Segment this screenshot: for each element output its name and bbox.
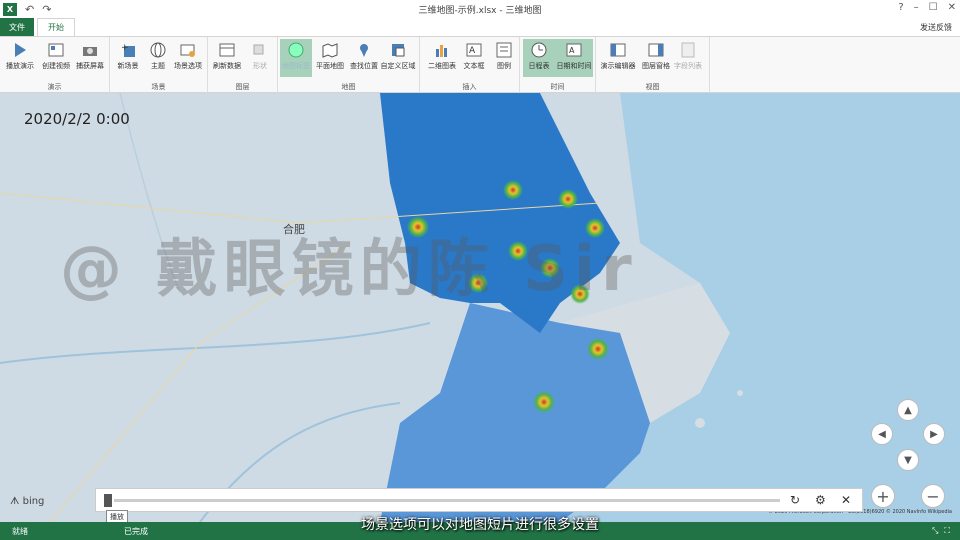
chevron-right-icon: ▶: [930, 428, 938, 440]
flat-map-button[interactable]: 平面地图: [314, 39, 346, 77]
timeline-player: ↻ ⚙ ✕: [95, 488, 863, 512]
location-pin-icon: [356, 41, 373, 58]
timeline-track[interactable]: [114, 499, 780, 502]
layer-pane-button[interactable]: 图层窗格: [640, 39, 672, 77]
timeline-button[interactable]: 日程表: [523, 39, 555, 77]
shapes-icon: [252, 41, 269, 58]
play-button[interactable]: [104, 494, 112, 507]
camera-icon: [82, 41, 99, 58]
group-label: 演示: [47, 83, 62, 91]
tilt-up-button[interactable]: ▲: [897, 399, 919, 421]
play-icon: [12, 41, 29, 58]
redo-icon[interactable]: ↷: [42, 3, 51, 16]
refresh-data-icon: [219, 41, 236, 58]
theme-button[interactable]: 主题: [142, 39, 174, 77]
undo-icon[interactable]: ↶: [25, 3, 34, 16]
group-label: 场景: [151, 83, 166, 91]
ribbon: 播放演示 创建视频 捕获屏幕 演示 + 新场景 主题 场景选项 场景 刷新数据 …: [0, 36, 960, 93]
group-scene: + 新场景 主题 场景选项 场景: [110, 37, 208, 93]
group-label: 图层: [235, 83, 250, 91]
group-layer: 刷新数据 形状 图层: [208, 37, 278, 93]
zoom-in-button[interactable]: +: [871, 484, 895, 508]
watermark: @ 戴眼镜的陈 Sir: [60, 232, 638, 305]
date-time-button[interactable]: A 日期和时间: [555, 39, 593, 77]
find-location-button[interactable]: 查找位置: [348, 39, 380, 77]
custom-regions-icon: [390, 41, 407, 58]
custom-regions-button[interactable]: 自定义区域: [381, 39, 416, 77]
bing-icon: ᗑ: [10, 496, 23, 507]
chevron-left-icon: ◀: [878, 428, 886, 440]
scene-options-icon: [180, 41, 197, 58]
group-insert: 二维图表 A 文本框 图例 插入: [420, 37, 520, 93]
group-map: 地图标签 平面地图 查找位置 自定义区域 地图: [278, 37, 420, 93]
flat-map-icon: [322, 41, 339, 58]
title-bar: X ↶ ↷ 三维地图-示例.xlsx - 三维地图 ? – ☐ ✕: [0, 0, 960, 18]
tab-file[interactable]: 文件: [0, 18, 34, 36]
date-time-icon: A: [566, 41, 583, 58]
group-label: 时间: [550, 83, 565, 91]
group-label: 视图: [645, 83, 660, 91]
gear-icon[interactable]: ⚙: [815, 493, 826, 507]
minimize-button[interactable]: –: [914, 2, 919, 13]
group-label: 地图: [341, 83, 356, 91]
bing-logo: ᗑ bing: [10, 496, 45, 507]
text-box-icon: A: [466, 41, 483, 58]
video-icon: [48, 41, 65, 58]
rotate-right-button[interactable]: ▶: [923, 423, 945, 445]
field-list-icon: [680, 41, 697, 58]
svg-text:A: A: [569, 46, 575, 55]
legend-button[interactable]: 图例: [488, 39, 520, 77]
create-video-button[interactable]: 创建视频: [40, 39, 72, 77]
maximize-button[interactable]: ☐: [929, 2, 938, 13]
legend-icon: [496, 41, 513, 58]
bar-chart-icon: [434, 41, 451, 58]
field-list-button[interactable]: 字段列表: [672, 39, 704, 77]
chevron-down-icon: ▼: [904, 454, 912, 466]
map-labels-button[interactable]: 地图标签: [280, 39, 312, 77]
ribbon-tabs: 文件 开始 发送反馈: [0, 18, 960, 36]
timestamp-label: 2020/2/2 0:00: [24, 110, 130, 128]
tab-home[interactable]: 开始: [37, 18, 75, 36]
tour-editor-button[interactable]: 演示编辑器: [601, 39, 636, 77]
map-canvas[interactable]: 2020/2/2 0:00 合肥 @ 戴眼镜的陈 Sir ▲ ◀ ▶ ▼ + −…: [0, 93, 960, 522]
group-presentation: 播放演示 创建视频 捕获屏幕 演示: [0, 37, 110, 93]
layer-pane-icon: [648, 41, 665, 58]
close-icon[interactable]: ✕: [841, 493, 851, 507]
tour-editor-icon: [610, 41, 627, 58]
help-button[interactable]: ?: [898, 2, 903, 13]
refresh-data-button[interactable]: 刷新数据: [211, 39, 243, 77]
2d-chart-button[interactable]: 二维图表: [426, 39, 458, 77]
scene-options-button[interactable]: 场景选项: [172, 39, 204, 77]
excel-icon: X: [3, 2, 17, 16]
loop-icon[interactable]: ↻: [790, 493, 800, 507]
group-label: 插入: [462, 83, 477, 91]
group-time: 日程表 A 日期和时间 时间: [520, 37, 596, 93]
window-title: 三维地图-示例.xlsx - 三维地图: [418, 5, 542, 16]
globe-icon: [150, 41, 167, 58]
new-scene-button[interactable]: + 新场景: [112, 39, 144, 77]
text-box-button[interactable]: A 文本框: [458, 39, 490, 77]
close-button[interactable]: ✕: [948, 2, 956, 13]
chevron-up-icon: ▲: [904, 404, 912, 416]
new-scene-icon: +: [120, 41, 137, 58]
video-subtitle: 场景选项可以对地图短片进行很多设置: [361, 517, 599, 533]
feedback-button[interactable]: 发送反馈: [920, 22, 952, 33]
map-labels-icon: [288, 41, 305, 58]
minus-icon: −: [926, 486, 940, 506]
group-view: 演示编辑器 图层窗格 字段列表 视图: [596, 37, 710, 93]
capture-screen-button[interactable]: 捕获屏幕: [74, 39, 106, 77]
zoom-out-button[interactable]: −: [921, 484, 945, 508]
plus-icon: +: [876, 486, 890, 506]
shapes-button[interactable]: 形状: [244, 39, 276, 77]
play-tour-button[interactable]: 播放演示: [4, 39, 36, 77]
tilt-down-button[interactable]: ▼: [897, 449, 919, 471]
svg-text:A: A: [469, 46, 476, 56]
svg-text:+: +: [121, 43, 129, 53]
clock-icon: [531, 41, 548, 58]
rotate-left-button[interactable]: ◀: [871, 423, 893, 445]
